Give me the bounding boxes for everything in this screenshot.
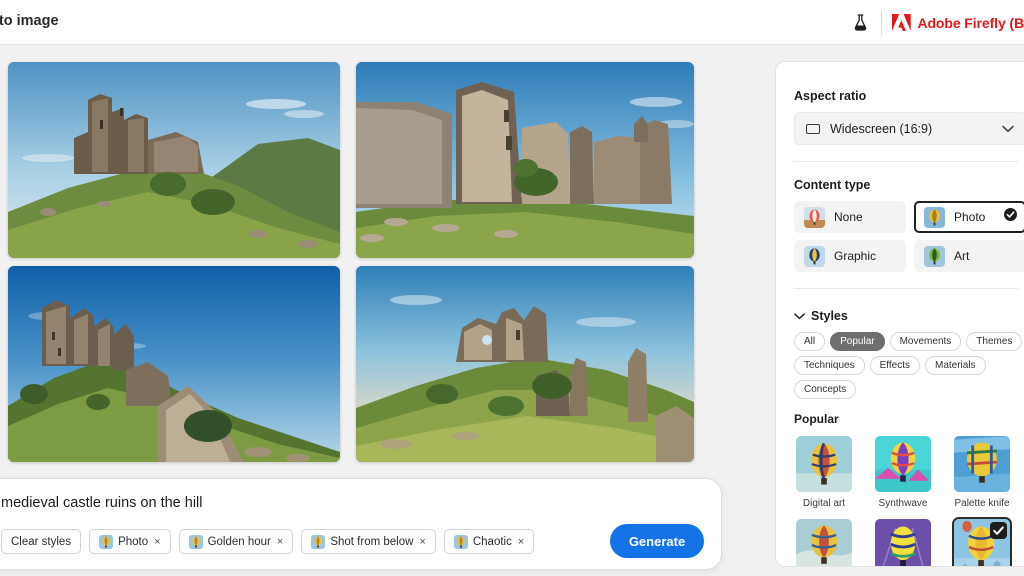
aspect-ratio-title: Aspect ratio (794, 89, 867, 103)
brand-name: Adobe Firefly (B (917, 14, 1024, 31)
content-type-photo[interactable]: Photo (914, 201, 1024, 233)
filter-label: Materials (934, 360, 976, 371)
filter-label: Themes (976, 336, 1013, 347)
settings-panel: Aspect ratio Widescreen (16:9) Content t… (775, 61, 1024, 567)
style-thumbnail-grid: Digital art Synthwave Palette knife (794, 434, 1024, 566)
header-right-group: Adobe Firefly (B (845, 0, 1024, 45)
balloon-art-icon (924, 245, 945, 267)
content-type-art[interactable]: Art (914, 240, 1024, 272)
content-type-none[interactable]: None (794, 201, 906, 233)
balloon-photo-icon (453, 534, 468, 549)
check-icon (1004, 208, 1017, 226)
balloon-photo-icon (924, 206, 945, 228)
prompt-input[interactable]: medieval castle ruins on the hill (1, 495, 203, 511)
header-divider (881, 10, 883, 35)
content-type-grid: None Photo Graphic Art (794, 201, 1024, 272)
style-chip-label: Golden hour (207, 535, 271, 548)
balloon-photo-icon (99, 534, 114, 549)
filter-chip-techniques[interactable]: Techniques (794, 356, 865, 375)
panel-divider-2 (794, 288, 1018, 289)
flask-icon[interactable] (845, 14, 875, 31)
balloon-neon-icon (873, 517, 933, 566)
filter-chip-popular[interactable]: Popular (830, 332, 885, 351)
chevron-down-icon (794, 307, 805, 325)
style-layered-paper[interactable]: Layered paper (794, 517, 854, 566)
popular-group-title: Popular (794, 412, 839, 426)
filter-chip-effects[interactable]: Effects (869, 356, 920, 375)
prompt-card: medieval castle ruins on the hill Clear … (0, 478, 722, 570)
style-digital-art[interactable]: Digital art (794, 434, 854, 509)
chevron-down-icon (1002, 120, 1014, 138)
style-filter-chips: All Popular Movements Themes Techniques … (794, 332, 1024, 399)
filter-label: Concepts (804, 384, 847, 395)
style-chip-row: Clear styles Photo × Golden hour × Shot … (1, 529, 535, 554)
result-image-2[interactable] (356, 62, 694, 258)
close-icon[interactable]: × (419, 536, 425, 548)
filter-label: All (804, 336, 816, 347)
style-chip-photo[interactable]: Photo × (89, 529, 171, 554)
filter-chip-materials[interactable]: Materials (924, 356, 986, 375)
close-icon[interactable]: × (154, 536, 160, 548)
filter-label: Effects (879, 360, 910, 371)
style-chip-chaotic[interactable]: Chaotic × (443, 529, 535, 554)
style-neon[interactable]: Neon (873, 517, 933, 566)
result-image-3[interactable] (8, 266, 340, 462)
filter-chip-all[interactable]: All (794, 332, 826, 351)
style-chip-golden-hour[interactable]: Golden hour × (178, 529, 294, 554)
styles-title: Styles (811, 309, 848, 323)
balloon-photo-icon (311, 534, 326, 549)
style-chip-label: Shot from below (330, 535, 414, 548)
balloon-digital-icon (794, 434, 854, 494)
style-palette-knife[interactable]: Palette knife (952, 434, 1012, 509)
result-image-4[interactable] (356, 266, 694, 462)
content-type-label: Photo (954, 210, 986, 224)
balloon-chaotic-icon (952, 517, 1012, 566)
balloon-synthwave-icon (873, 434, 933, 494)
brand-lockup[interactable]: Adobe Firefly (B (892, 14, 1024, 31)
rectangle-icon (806, 123, 820, 134)
content-type-label: None (834, 210, 863, 224)
style-label: Digital art (802, 498, 846, 509)
styles-section-header[interactable]: Styles (794, 307, 1018, 325)
adobe-logo-icon (892, 14, 912, 31)
content-type-label: Art (954, 249, 970, 263)
filter-chip-movements[interactable]: Movements (889, 332, 962, 351)
content-type-title: Content type (794, 178, 871, 192)
filter-label: Popular (840, 336, 875, 347)
content-type-label: Graphic (834, 249, 877, 263)
style-chip-shot-from-below[interactable]: Shot from below × (301, 529, 436, 554)
style-chaotic[interactable]: Chaotic (952, 517, 1012, 566)
style-label: Synthwave (878, 498, 928, 509)
clear-styles-label: Clear styles (11, 535, 72, 548)
filter-chip-themes[interactable]: Themes (966, 332, 1023, 351)
balloon-graphic-icon (804, 245, 825, 267)
balloon-palette-icon (952, 434, 1012, 494)
style-chip-label: Chaotic (472, 535, 512, 548)
balloon-layered-icon (794, 517, 854, 566)
filter-chip-concepts[interactable]: Concepts (794, 380, 857, 399)
filter-label: Movements (899, 336, 952, 347)
style-label: Palette knife (954, 498, 1010, 509)
clear-styles-button[interactable]: Clear styles (1, 529, 82, 554)
results-gallery (8, 62, 694, 462)
style-chip-label: Photo (118, 535, 149, 548)
aspect-ratio-select[interactable]: Widescreen (16:9) (794, 112, 1024, 145)
result-image-1[interactable] (8, 62, 340, 258)
generate-button[interactable]: Generate (610, 524, 704, 558)
page-title: xt to image (0, 13, 59, 29)
content-type-graphic[interactable]: Graphic (794, 240, 906, 272)
panel-divider (794, 161, 1018, 162)
style-synthwave[interactable]: Synthwave (873, 434, 933, 509)
close-icon[interactable]: × (277, 536, 283, 548)
filter-label: Techniques (804, 360, 855, 371)
balloon-none-icon (804, 206, 825, 228)
check-icon (990, 522, 1007, 539)
app-header: xt to image Adobe Firefly (B (0, 0, 1024, 45)
balloon-photo-icon (188, 534, 203, 549)
close-icon[interactable]: × (518, 536, 524, 548)
aspect-ratio-value: Widescreen (16:9) (830, 121, 933, 136)
